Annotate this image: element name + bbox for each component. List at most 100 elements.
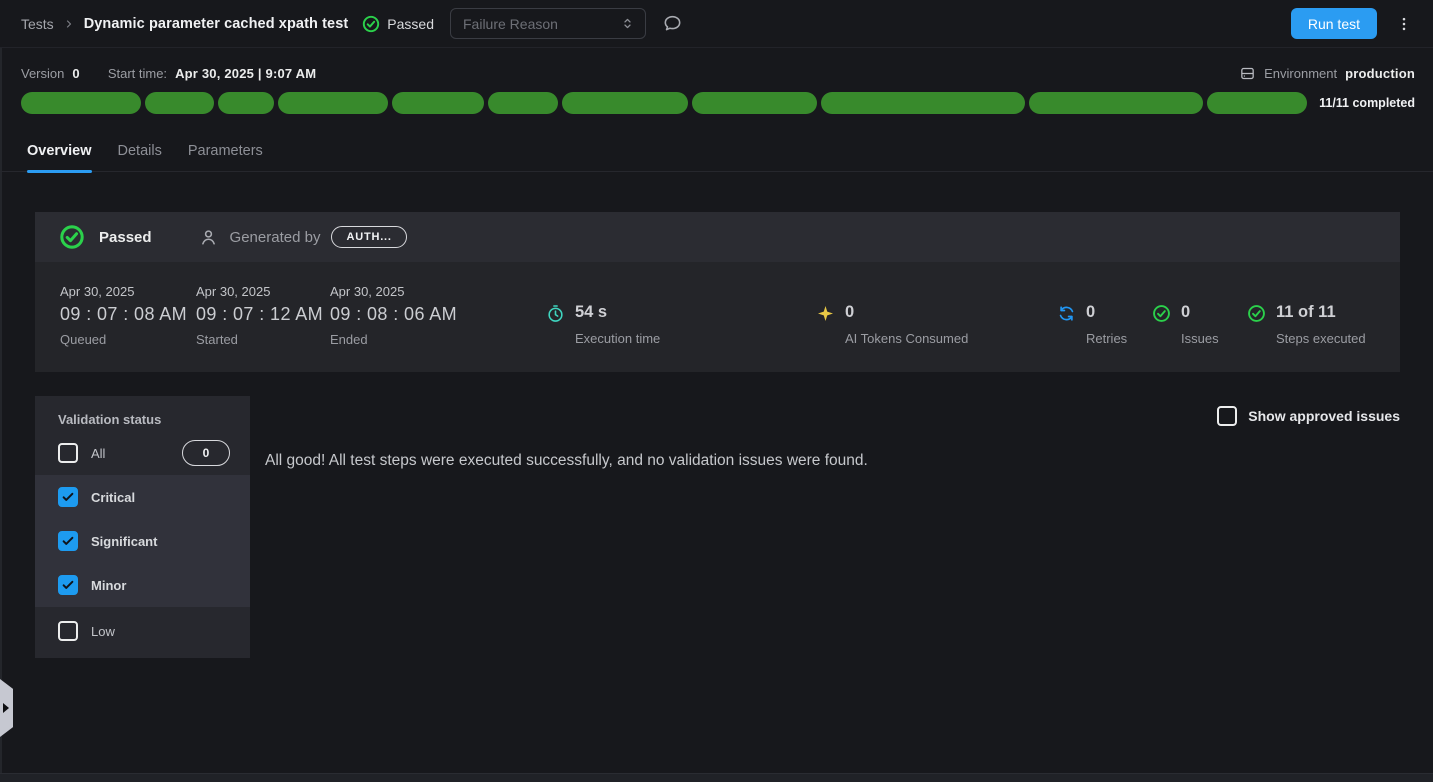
steps-executed-label: Steps executed <box>1276 331 1366 346</box>
user-icon <box>198 227 219 248</box>
retry-icon <box>1057 304 1076 323</box>
tab-overview[interactable]: Overview <box>27 131 92 172</box>
progress-segment <box>218 92 275 114</box>
no-issues-message: All good! All test steps were executed s… <box>265 452 868 470</box>
run-meta-row: Version 0 Start time: Apr 30, 2025 | 9:0… <box>21 60 1415 86</box>
check-circle-icon <box>1152 304 1171 323</box>
retries-metric: 0 Retries <box>1057 303 1127 346</box>
footer-strip <box>0 773 1433 782</box>
failure-reason-placeholder: Failure Reason <box>463 16 558 32</box>
validation-status-title: Validation status <box>35 396 250 427</box>
critical-label: Critical <box>91 490 135 505</box>
environment-value: production <box>1345 66 1415 81</box>
sidebar-expand-handle[interactable] <box>0 679 13 737</box>
low-label: Low <box>91 624 115 639</box>
validation-filter-significant[interactable]: Significant <box>35 519 250 563</box>
ended-time-column: Apr 30, 2025 09 : 08 : 06 AM Ended <box>330 284 457 347</box>
sparkle-icon <box>816 304 835 323</box>
stopwatch-icon <box>546 304 565 323</box>
critical-checkbox[interactable] <box>58 487 78 507</box>
progress-segment <box>145 92 214 114</box>
queued-time-column: Apr 30, 2025 09 : 07 : 08 AM Queued <box>60 284 187 347</box>
status-badge: Passed <box>362 15 434 33</box>
started-label: Started <box>196 332 323 347</box>
issues-count-badge: 0 <box>182 440 230 466</box>
select-chevrons-icon <box>620 16 635 31</box>
show-approved-issues-toggle[interactable]: Show approved issues <box>1217 406 1400 426</box>
environment-label: Environment <box>1264 66 1337 81</box>
progress-segment <box>392 92 484 114</box>
top-bar: Tests Dynamic parameter cached xpath tes… <box>0 0 1433 48</box>
generated-by-user-pill[interactable]: AUTH... <box>331 226 406 248</box>
retries-label: Retries <box>1086 331 1127 346</box>
validation-filter-minor[interactable]: Minor <box>35 563 250 607</box>
execution-time-value: 54 s <box>575 303 660 322</box>
version-value: 0 <box>72 66 79 81</box>
minor-checkbox[interactable] <box>58 575 78 595</box>
minor-label: Minor <box>91 578 126 593</box>
run-summary-card: Passed Generated by AUTH... Apr 30, 2025… <box>35 212 1400 372</box>
breadcrumb-tests-link[interactable]: Tests <box>21 16 54 32</box>
progress-bar <box>21 92 1307 114</box>
issues-label: Issues <box>1181 331 1219 346</box>
progress-segment <box>692 92 817 114</box>
progress-segment <box>278 92 387 114</box>
progress-completed-text: 11/11 completed <box>1319 96 1415 110</box>
ai-tokens-value: 0 <box>845 303 968 322</box>
tab-parameters[interactable]: Parameters <box>188 131 263 172</box>
test-result-page: Tests Dynamic parameter cached xpath tes… <box>0 0 1433 782</box>
more-options-button[interactable] <box>1391 11 1417 37</box>
tab-bar: Overview Details Parameters <box>0 131 1433 172</box>
all-label: All <box>91 446 105 461</box>
execution-time-label: Execution time <box>575 331 660 346</box>
steps-progress-row: 11/11 completed <box>21 92 1415 114</box>
progress-segment <box>821 92 1025 114</box>
steps-executed-metric: 11 of 11 Steps executed <box>1247 303 1366 346</box>
ended-label: Ended <box>330 332 457 347</box>
execution-time-metric: 54 s Execution time <box>546 303 660 346</box>
generated-by-label: Generated by <box>230 229 321 246</box>
started-time: 09 : 07 : 12 AM <box>196 304 323 325</box>
check-icon <box>61 578 75 592</box>
check-icon <box>61 490 75 504</box>
failure-reason-select[interactable]: Failure Reason <box>450 8 646 39</box>
start-time-value: Apr 30, 2025 | 9:07 AM <box>175 66 316 81</box>
ended-date: Apr 30, 2025 <box>330 284 457 299</box>
validation-filter-critical[interactable]: Critical <box>35 475 250 519</box>
started-date: Apr 30, 2025 <box>196 284 323 299</box>
tab-details[interactable]: Details <box>118 131 162 172</box>
environment-icon <box>1239 65 1256 82</box>
all-checkbox[interactable] <box>58 443 78 463</box>
page-title: Dynamic parameter cached xpath test <box>84 16 349 32</box>
ai-tokens-metric: 0 AI Tokens Consumed <box>816 303 968 346</box>
comment-button[interactable] <box>662 13 683 34</box>
run-test-button[interactable]: Run test <box>1291 8 1377 39</box>
check-icon <box>61 534 75 548</box>
significant-checkbox[interactable] <box>58 531 78 551</box>
queued-label: Queued <box>60 332 187 347</box>
start-time-label: Start time: <box>108 66 167 81</box>
run-summary-header: Passed Generated by AUTH... <box>35 212 1400 262</box>
run-summary-body: Apr 30, 2025 09 : 07 : 08 AM Queued Apr … <box>35 262 1400 372</box>
passed-check-icon <box>362 15 380 33</box>
status-text: Passed <box>387 16 434 32</box>
steps-executed-value: 11 of 11 <box>1276 303 1366 322</box>
low-checkbox[interactable] <box>58 621 78 641</box>
queued-time: 09 : 07 : 08 AM <box>60 304 187 325</box>
ai-tokens-label: AI Tokens Consumed <box>845 331 968 346</box>
retries-value: 0 <box>1086 303 1127 322</box>
progress-segment <box>21 92 141 114</box>
progress-segment <box>488 92 558 114</box>
environment-group: Environment production <box>1239 65 1415 82</box>
chevron-right-icon <box>63 18 75 30</box>
validation-filter-all[interactable]: All 0 <box>35 431 250 475</box>
comment-icon <box>662 13 683 34</box>
issues-value: 0 <box>1181 303 1219 322</box>
validation-filter-low[interactable]: Low <box>35 609 250 653</box>
generated-by-group: Generated by AUTH... <box>198 226 407 248</box>
kebab-menu-icon <box>1395 15 1413 33</box>
queued-date: Apr 30, 2025 <box>60 284 187 299</box>
show-approved-label: Show approved issues <box>1248 408 1400 424</box>
started-time-column: Apr 30, 2025 09 : 07 : 12 AM Started <box>196 284 323 347</box>
show-approved-checkbox[interactable] <box>1217 406 1237 426</box>
